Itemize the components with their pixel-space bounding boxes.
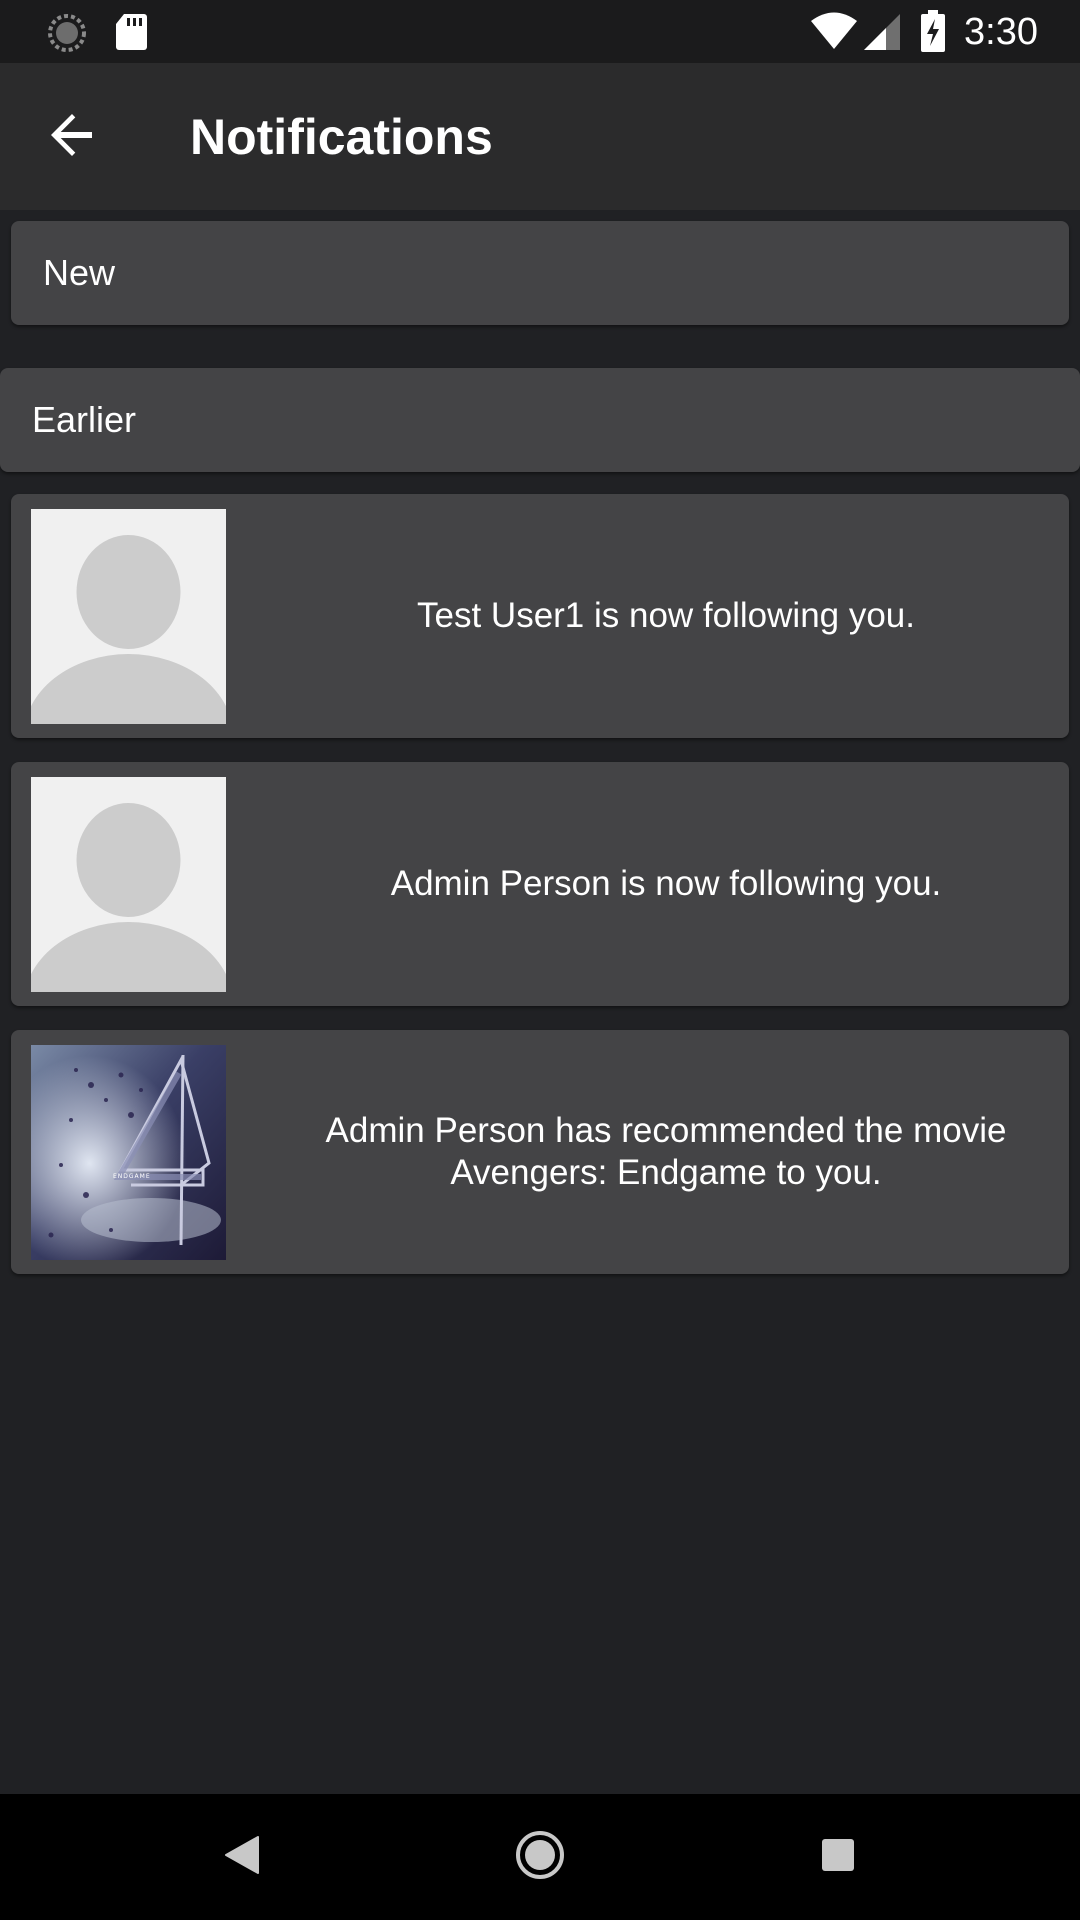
notification-card[interactable]: Admin Person is now following you. — [11, 762, 1069, 1006]
notification-card[interactable]: Test User1 is now following you. — [11, 494, 1069, 738]
page-title: Notifications — [190, 109, 493, 165]
poster-caption: ENDGAME — [113, 1173, 151, 1180]
nav-back-icon — [224, 1835, 260, 1880]
app-bar: Notifications — [0, 63, 1080, 210]
sync-icon — [46, 12, 88, 59]
nav-recents-button[interactable] — [798, 1822, 878, 1892]
nav-home-icon — [515, 1830, 565, 1885]
nav-home-button[interactable] — [500, 1822, 580, 1892]
status-bar: 3:30 — [0, 0, 1080, 63]
notification-text: Admin Person has recommended the movie A… — [325, 1111, 1007, 1192]
wifi-icon — [810, 12, 858, 55]
avatar — [31, 509, 226, 724]
notification-text: Admin Person is now following you. — [390, 864, 942, 903]
arrow-back-icon — [48, 111, 96, 164]
back-button[interactable] — [36, 101, 108, 173]
movie-poster: ENDGAME — [31, 1045, 226, 1260]
avatar — [31, 777, 226, 992]
section-label-new: New — [43, 252, 116, 293]
navigation-bar — [0, 1794, 1080, 1920]
nav-back-button[interactable] — [202, 1822, 282, 1892]
status-time: 3:30 — [964, 11, 1038, 53]
section-label-earlier: Earlier — [32, 399, 137, 440]
notification-card[interactable]: ENDGAME Admin Person has recommended the… — [11, 1030, 1069, 1274]
nav-recents-icon — [821, 1838, 855, 1877]
battery-charging-icon — [920, 10, 946, 57]
cell-signal-icon — [864, 14, 900, 55]
section-header-new: New — [11, 221, 1069, 325]
sd-card-icon — [114, 12, 148, 57]
section-header-earlier: Earlier — [0, 368, 1080, 472]
notification-text: Test User1 is now following you. — [417, 596, 915, 635]
